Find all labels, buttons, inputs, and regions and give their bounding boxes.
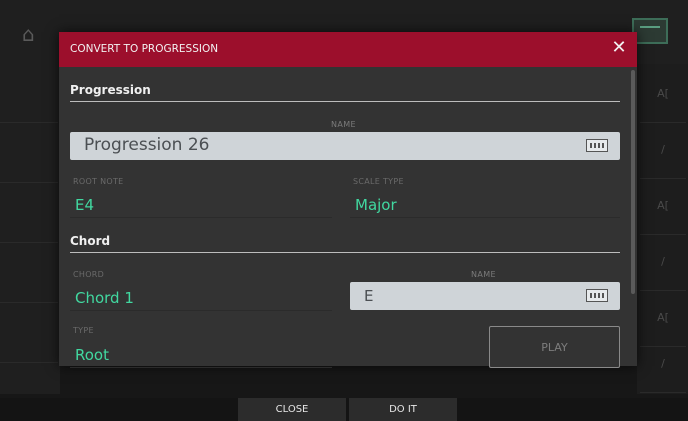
- left-panel-cell[interactable]: [0, 304, 58, 363]
- home-icon[interactable]: ⌂: [22, 22, 35, 46]
- field-underline: [70, 310, 332, 311]
- keyboard-icon[interactable]: [586, 139, 608, 152]
- root-note-field[interactable]: E4: [70, 184, 332, 218]
- right-panel-cell[interactable]: /: [640, 234, 686, 291]
- left-panel-cell[interactable]: [0, 184, 58, 243]
- chord-name-label: NAME: [471, 270, 497, 279]
- left-panel-cell[interactable]: [0, 64, 58, 123]
- close-button[interactable]: CLOSE: [238, 398, 346, 421]
- root-note-value: E4: [75, 196, 95, 214]
- progression-name-label: NAME: [331, 120, 357, 129]
- play-button[interactable]: PLAY: [489, 326, 620, 368]
- scrollbar[interactable]: [631, 70, 635, 294]
- section-divider: [70, 252, 620, 253]
- type-value: Root: [75, 346, 109, 364]
- field-underline: [70, 217, 332, 218]
- type-field[interactable]: Root: [70, 334, 332, 368]
- chord-name-value: E: [364, 287, 374, 305]
- section-divider: [70, 101, 620, 102]
- progression-section-title: Progression: [70, 83, 151, 97]
- close-icon[interactable]: ✕: [609, 38, 629, 58]
- monitor-icon[interactable]: [632, 18, 668, 44]
- progression-name-field[interactable]: Progression 26: [70, 132, 620, 160]
- chord-name-field[interactable]: E: [350, 282, 620, 310]
- scale-type-field[interactable]: Major: [350, 184, 620, 218]
- left-panel-cell[interactable]: [0, 124, 58, 183]
- right-panel-cell[interactable]: A[: [640, 66, 686, 123]
- right-panel-cell[interactable]: /: [640, 336, 686, 393]
- left-panel-cell[interactable]: [0, 244, 58, 303]
- chord-field[interactable]: Chord 1: [70, 277, 332, 311]
- do-it-button[interactable]: DO IT: [349, 398, 457, 421]
- progression-name-value: Progression 26: [84, 135, 210, 155]
- scale-type-value: Major: [355, 196, 397, 214]
- keyboard-icon[interactable]: [586, 289, 608, 302]
- field-underline: [70, 367, 332, 368]
- background-left-panel: [0, 64, 60, 394]
- dialog-title: CONVERT TO PROGRESSION: [70, 43, 219, 55]
- right-panel-cell[interactable]: A[: [640, 178, 686, 235]
- dialog-header: CONVERT TO PROGRESSION ✕: [59, 32, 637, 67]
- chord-section-title: Chord: [70, 234, 111, 248]
- convert-to-progression-dialog: CONVERT TO PROGRESSION ✕ Progression NAM…: [59, 32, 637, 368]
- field-underline: [350, 217, 620, 218]
- app-screen: ⌂ A[ / A[ / A[ / CLOSE DO IT CONVERT TO …: [0, 0, 688, 421]
- right-panel-cell[interactable]: /: [640, 122, 686, 179]
- chord-value: Chord 1: [75, 289, 134, 307]
